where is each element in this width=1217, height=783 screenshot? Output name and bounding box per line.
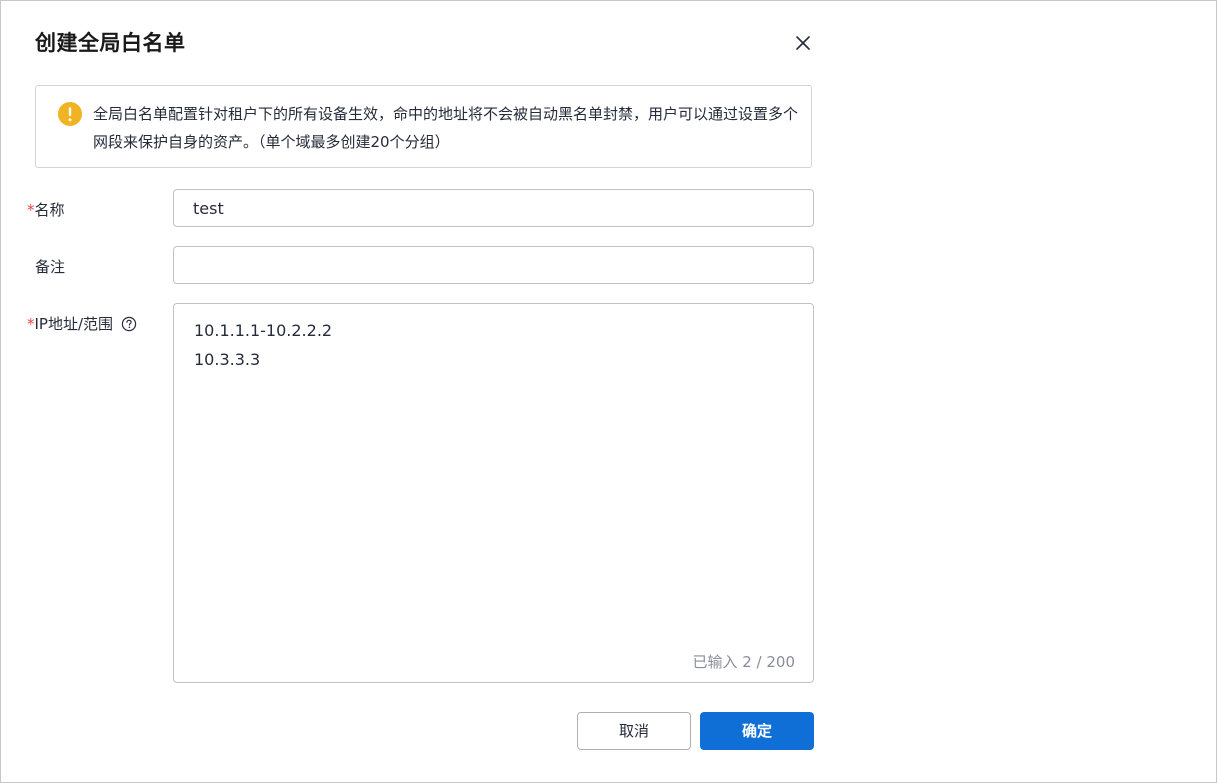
ip-label: *IP地址/范围 [27,314,137,334]
dialog: 创建全局白名单 全局白名单配置针对租户下的所有设备生效，命中的地址将不会被自动黑… [0,0,1217,783]
cancel-button[interactable]: 取消 [577,712,691,750]
remark-label: 备注 [35,258,66,276]
char-counter: 已输入 2 / 200 [692,653,795,671]
ip-line: 10.1.1.1-10.2.2.2 [194,321,333,340]
confirm-button[interactable]: 确定 [700,712,814,750]
close-button[interactable] [791,31,815,55]
notice-box: 全局白名单配置针对租户下的所有设备生效，命中的地址将不会被自动黑名单封禁，用户可… [35,85,812,168]
ip-textarea[interactable]: 10.1.1.1-10.2.2.2 10.3.3.3 已输入 2 / 200 [173,303,814,683]
name-input[interactable] [173,189,814,227]
close-icon [796,36,810,50]
dialog-title: 创建全局白名单 [35,31,186,55]
required-mark: * [27,201,35,219]
warning-icon [58,102,82,126]
ip-line: 10.3.3.3 [194,350,261,369]
remark-input[interactable] [173,246,814,284]
required-mark: * [27,315,35,333]
ip-label-text: IP地址/范围 [34,315,114,333]
name-label: *名称 [27,200,65,220]
name-label-text: 名称 [34,201,65,219]
notice-text: 全局白名单配置针对租户下的所有设备生效，命中的地址将不会被自动黑名单封禁，用户可… [93,105,799,151]
ip-lines: 10.1.1.1-10.2.2.2 10.3.3.3 [194,316,332,374]
help-icon[interactable] [121,316,137,332]
